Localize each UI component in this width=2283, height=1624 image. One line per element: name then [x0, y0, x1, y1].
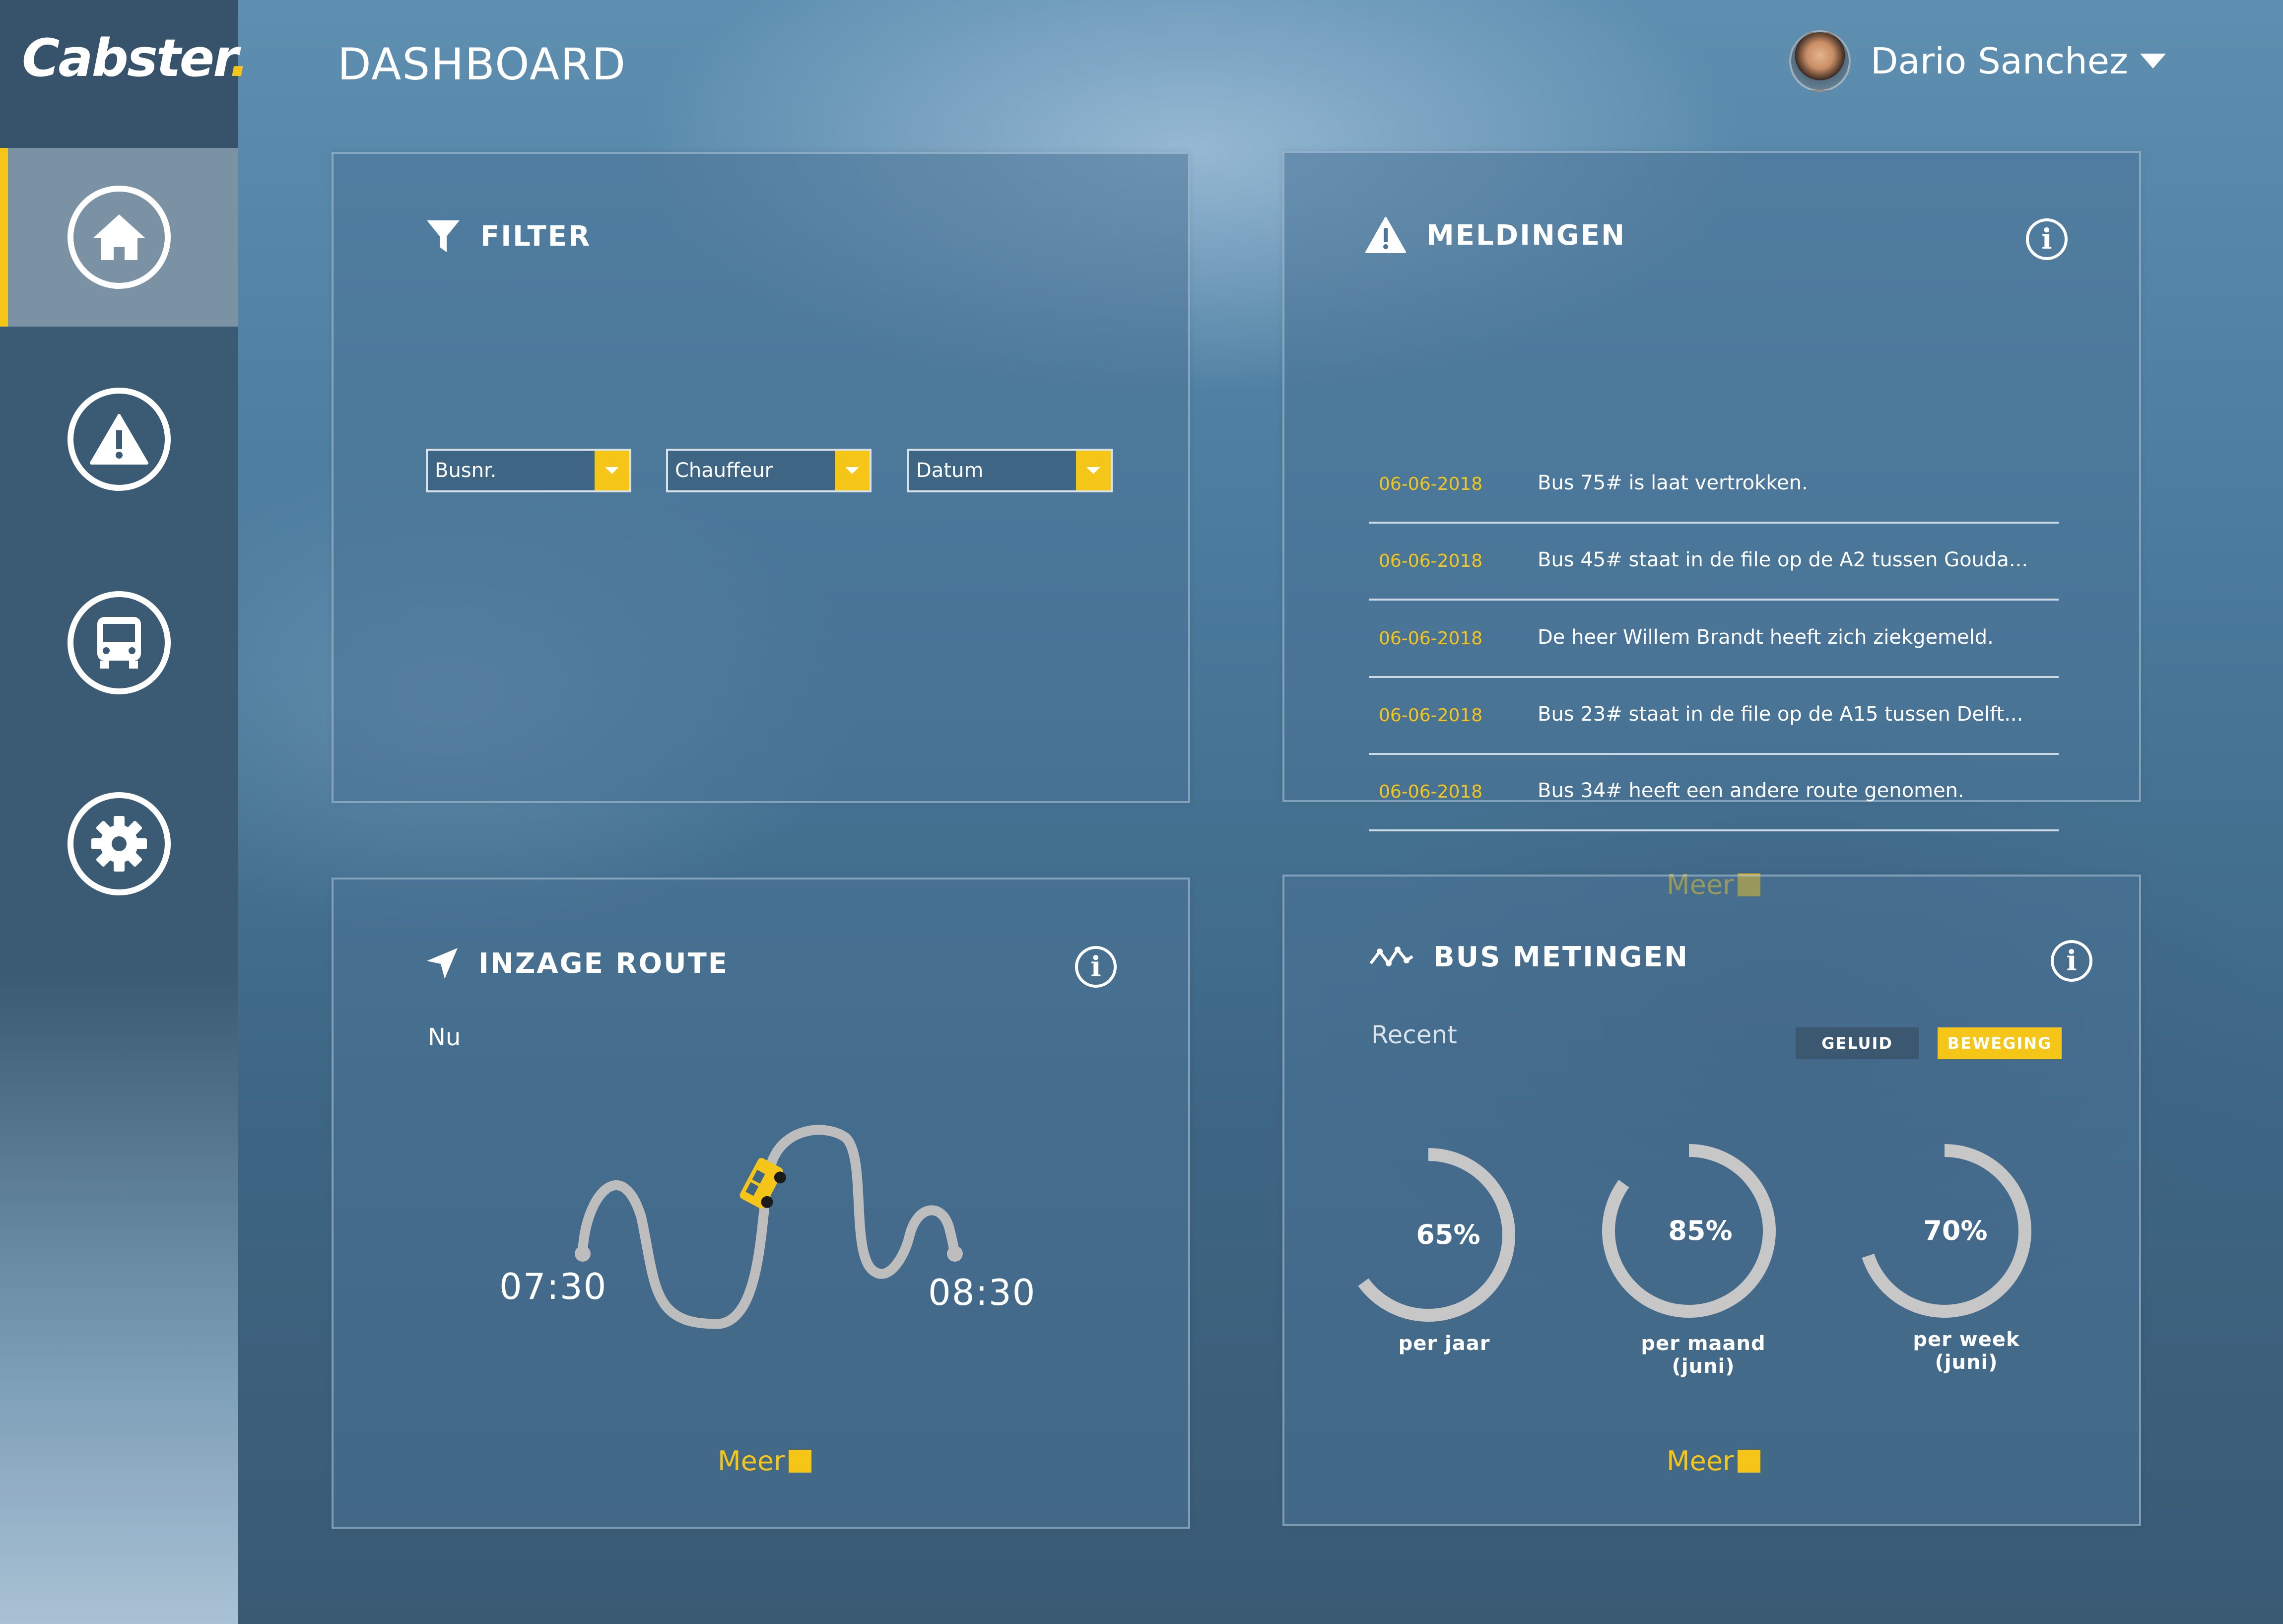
- sidebar-item-alerts[interactable]: [0, 350, 238, 529]
- datum-select-value: Datum: [916, 459, 984, 482]
- gauge-label: per maand (juni): [1614, 1332, 1793, 1378]
- square-icon: [1738, 1449, 1761, 1473]
- square-icon: [789, 1449, 812, 1473]
- melding-date: 06-06-2018: [1379, 628, 1483, 649]
- route-map: [575, 1125, 963, 1329]
- meldingen-header: MELDINGEN: [1365, 216, 1626, 254]
- chevron-down-icon[interactable]: [595, 451, 629, 490]
- info-icon[interactable]: i: [2026, 218, 2068, 260]
- metingen-more-link[interactable]: Meer: [1667, 1445, 1761, 1477]
- user-menu[interactable]: Dario Sanchez: [1789, 29, 2166, 93]
- avatar[interactable]: [1789, 30, 1851, 92]
- gauge-label-line2: (juni): [1672, 1355, 1735, 1378]
- list-item[interactable]: 06-06-2018 Bus 23# staat in de file op d…: [1369, 678, 2059, 755]
- list-item[interactable]: 06-06-2018 Bus 45# staat in de file op d…: [1369, 524, 2059, 601]
- route-end-time: 08:30: [928, 1272, 1036, 1313]
- gear-icon: [67, 792, 171, 895]
- gauge-label-line1: per maand: [1641, 1332, 1766, 1355]
- user-name: Dario Sanchez: [1871, 40, 2128, 82]
- filter-icon: [427, 220, 460, 252]
- chauffeur-select-value: Chauffeur: [675, 459, 773, 482]
- melding-text: De heer Willem Brandt heeft zich ziekgem…: [1538, 626, 1994, 649]
- chevron-down-icon[interactable]: [835, 451, 870, 490]
- metingen-card: BUS METINGEN i Recent GELUID BEWEGING 65…: [1282, 875, 2141, 1526]
- route-line: [578, 1125, 960, 1329]
- chevron-down-icon[interactable]: [2140, 54, 2166, 68]
- gauge-label-line2: (juni): [1935, 1351, 1998, 1374]
- melding-text: Bus 34# heeft een andere route genomen.: [1538, 779, 1964, 802]
- list-item[interactable]: 06-06-2018 De heer Willem Brandt heeft z…: [1369, 601, 2059, 678]
- melding-text: Bus 23# staat in de file op de A15 tusse…: [1538, 703, 2023, 726]
- warning-icon: [67, 388, 171, 491]
- gauge-label: per jaar: [1355, 1332, 1534, 1355]
- bus-icon: [67, 591, 171, 694]
- chauffeur-select[interactable]: Chauffeur: [666, 449, 872, 492]
- gauge-label-line1: per jaar: [1398, 1332, 1490, 1355]
- filter-header: FILTER: [426, 218, 591, 254]
- sidebar-item-home[interactable]: [0, 148, 238, 327]
- gauge-label: per week (juni): [1877, 1328, 2056, 1374]
- filter-title: FILTER: [480, 220, 592, 253]
- gauge-label-line1: per week: [1913, 1328, 2020, 1351]
- bus-marker-icon[interactable]: [739, 1156, 790, 1213]
- filter-card: FILTER Busnr. Chauffeur Datum: [332, 152, 1190, 803]
- warning-icon: [1365, 217, 1406, 253]
- route-card: INZAGE ROUTE i Nu 07:30 08:30 Meer: [332, 878, 1190, 1529]
- meer-label: Meer: [718, 1445, 785, 1477]
- melding-date: 06-06-2018: [1379, 551, 1483, 571]
- app-logo[interactable]: Cabster.: [22, 28, 249, 88]
- sidebar-item-settings[interactable]: [0, 754, 238, 933]
- melding-date: 06-06-2018: [1379, 705, 1483, 726]
- route-start-time: 07:30: [499, 1266, 607, 1307]
- page-title: DASHBOARD: [337, 39, 627, 90]
- sidebar-item-bus[interactable]: [0, 553, 238, 732]
- gauges-chart: [1358, 1144, 2031, 1322]
- gauge-value: 70%: [1923, 1215, 1988, 1246]
- home-icon: [67, 186, 171, 289]
- melding-text: Bus 45# staat in de file op de A2 tussen…: [1538, 548, 2028, 571]
- datum-select[interactable]: Datum: [907, 449, 1113, 492]
- busnr-select-value: Busnr.: [435, 459, 497, 482]
- chevron-down-icon[interactable]: [1076, 451, 1111, 490]
- gauge-value: 65%: [1416, 1219, 1480, 1250]
- melding-date: 06-06-2018: [1379, 782, 1483, 802]
- route-start-dot: [575, 1246, 591, 1262]
- melding-text: Bus 75# is laat vertrokken.: [1538, 472, 1808, 494]
- meldingen-card: MELDINGEN i 06-06-2018 Bus 75# is laat v…: [1282, 151, 2141, 900]
- melding-date: 06-06-2018: [1379, 474, 1483, 494]
- busnr-select[interactable]: Busnr.: [426, 449, 631, 492]
- list-item[interactable]: 06-06-2018 Bus 75# is laat vertrokken.: [1369, 447, 2059, 524]
- meldingen-title: MELDINGEN: [1426, 219, 1626, 252]
- logo-area: Cabster.: [0, 0, 249, 148]
- route-end-dot: [947, 1246, 963, 1262]
- sidebar: Cabster.: [0, 0, 249, 1624]
- meer-label: Meer: [1667, 1445, 1734, 1477]
- route-more-link[interactable]: Meer: [718, 1445, 812, 1477]
- list-item[interactable]: 06-06-2018 Bus 34# heeft een andere rout…: [1369, 754, 2059, 831]
- gauge-value: 85%: [1668, 1215, 1733, 1246]
